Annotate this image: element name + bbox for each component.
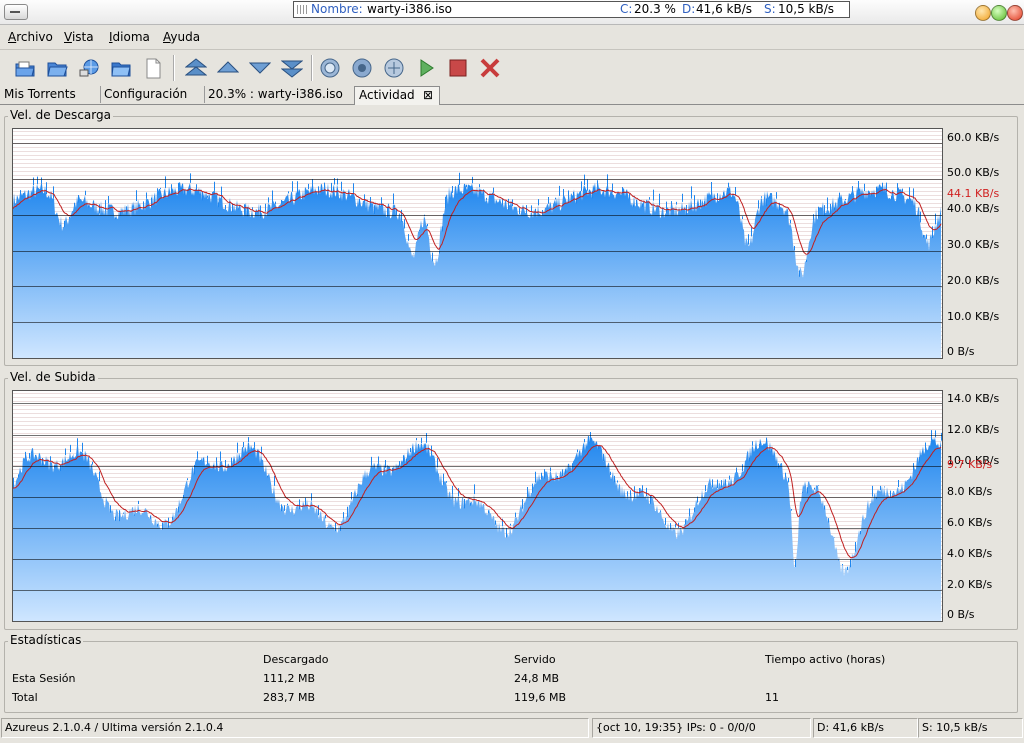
move-down-button[interactable] — [249, 57, 271, 79]
open-url-button[interactable] — [78, 57, 100, 79]
status-ips: {oct 10, 19:35} IPs: 0 - 0/0/0 — [592, 718, 811, 738]
download-graph-title: Vel. de Descarga — [8, 108, 113, 122]
move-bottom-icon — [281, 60, 303, 78]
upload-axis-tick: 2.0 KB/s — [947, 578, 993, 591]
name-value: warty-i386.iso — [367, 2, 453, 16]
upload-axis-tick: 6.0 KB/s — [947, 516, 993, 529]
status-bar: Azureus 2.1.0.4 / Ultima versión 2.1.0.4… — [0, 717, 1024, 739]
stop-icon — [449, 59, 467, 77]
close-button[interactable] — [1007, 5, 1023, 21]
toolbar — [0, 50, 1024, 85]
stop-button[interactable] — [447, 57, 469, 79]
name-label: Nombre: — [311, 2, 363, 16]
stats-total-served: 119,6 MB — [514, 691, 567, 704]
download-graph-plot — [13, 131, 942, 358]
tab-actividad[interactable]: Actividad ⊠ — [354, 86, 440, 105]
stats-group — [4, 641, 1018, 713]
menu-archivo[interactable]: Archivo — [8, 30, 53, 44]
upload-axis-tick: 0 B/s — [947, 608, 975, 621]
toolbar-separator — [173, 55, 175, 81]
open-folder-icon — [47, 62, 68, 77]
start-icon — [420, 59, 434, 77]
download-axis-tick: 0 B/s — [947, 345, 975, 358]
open-dir-button[interactable] — [110, 57, 132, 79]
upload-current-value: 9.7 KB/s — [947, 458, 993, 471]
menu-vista[interactable]: Vista — [64, 30, 94, 44]
stats-title: Estadísticas — [8, 633, 84, 647]
upload-graph-title: Vel. de Subida — [8, 370, 98, 384]
move-top-icon — [185, 58, 207, 76]
status-version[interactable]: Azureus 2.1.0.4 / Ultima versión 2.1.0.4 — [1, 718, 589, 738]
menu-ayuda[interactable]: Ayuda — [163, 30, 200, 44]
open-folder-button[interactable] — [46, 57, 68, 79]
new-torrent-icon — [146, 58, 161, 79]
move-top-button[interactable] — [185, 57, 207, 79]
upload-axis-tick: 8.0 KB/s — [947, 485, 993, 498]
open-dir-icon — [111, 62, 131, 77]
host-icon — [320, 58, 340, 78]
tab-mis-torrents[interactable]: Mis Torrents — [0, 86, 101, 103]
close-tab-icon[interactable]: ⊠ — [423, 87, 433, 104]
title-bar: Azureus Nombre: warty-i386.iso C: 20.3 %… — [0, 0, 1024, 25]
toolbar-separator — [311, 55, 313, 81]
start-button[interactable] — [415, 57, 437, 79]
new-torrent-button[interactable] — [142, 57, 164, 79]
move-bottom-button[interactable] — [281, 57, 303, 79]
drag-grip-icon[interactable] — [297, 5, 307, 14]
minimize-button[interactable] — [975, 5, 991, 21]
stats-header-served: Servido — [514, 653, 556, 666]
download-axis-tick: 30.0 KB/s — [947, 238, 1000, 251]
download-label: D: — [682, 2, 696, 16]
run-button[interactable] — [383, 57, 405, 79]
status-upload[interactable]: S: 10,5 kB/s — [918, 718, 1023, 738]
upload-value: 10,5 kB/s — [778, 2, 835, 16]
menu-idioma[interactable]: Idioma — [109, 30, 150, 44]
stats-row-label: Total — [12, 691, 38, 704]
upload-label: S: — [764, 2, 776, 16]
download-axis-tick: 60.0 KB/s — [947, 131, 1000, 144]
download-current-value: 44.1 KB/s — [947, 187, 1000, 200]
upload-axis-tick: 14.0 KB/s — [947, 392, 1000, 405]
host-button[interactable] — [319, 57, 341, 79]
publish-button[interactable] — [351, 57, 373, 79]
upload-graph — [12, 390, 943, 622]
move-down-icon — [249, 62, 271, 74]
stats-header-uptime: Tiempo activo (horas) — [765, 653, 886, 666]
upload-axis-tick: 12.0 KB/s — [947, 423, 1000, 436]
stats-header-downloaded: Descargado — [263, 653, 329, 666]
stats-session-served: 24,8 MB — [514, 672, 560, 685]
open-torrent-icon — [15, 61, 35, 77]
download-axis-tick: 40.0 KB/s — [947, 202, 1000, 215]
download-axis-tick: 20.0 KB/s — [947, 274, 1000, 287]
maximize-button[interactable] — [991, 5, 1007, 21]
remove-icon — [480, 58, 500, 78]
download-axis-tick: 10.0 KB/s — [947, 310, 1000, 323]
completion-value: 20.3 % — [634, 2, 676, 16]
tab-torrent-details[interactable]: 20.3% : warty-i386.iso — [204, 86, 355, 103]
download-axis-tick: 50.0 KB/s — [947, 166, 1000, 179]
tab-configuracion[interactable]: Configuración — [100, 86, 205, 103]
open-url-icon — [79, 59, 99, 77]
status-download[interactable]: D: 41,6 kB/s — [813, 718, 918, 738]
stats-total-uptime: 11 — [765, 691, 779, 704]
stats-total-downloaded: 283,7 MB — [263, 691, 316, 704]
tab-bar: Mis Torrents Configuración 20.3% : warty… — [0, 86, 1024, 105]
publish-icon — [352, 58, 372, 78]
upload-graph-plot — [13, 393, 942, 621]
move-up-button[interactable] — [217, 57, 239, 79]
download-value: 41,6 kB/s — [696, 2, 753, 16]
stats-session-downloaded: 111,2 MB — [263, 672, 316, 685]
stats-row-label: Esta Sesión — [12, 672, 76, 685]
remove-button[interactable] — [479, 57, 501, 79]
download-graph — [12, 128, 943, 359]
menu-bar: Archivo Vista Idioma Ayuda — [0, 25, 1024, 50]
run-icon — [384, 58, 404, 78]
move-up-icon — [217, 61, 239, 73]
completion-label: C: — [620, 2, 633, 16]
upload-axis-tick: 4.0 KB/s — [947, 547, 993, 560]
open-torrent-button[interactable] — [14, 57, 36, 79]
mini-status-bar[interactable]: Nombre: warty-i386.iso C: 20.3 % D: 41,6… — [293, 1, 850, 18]
